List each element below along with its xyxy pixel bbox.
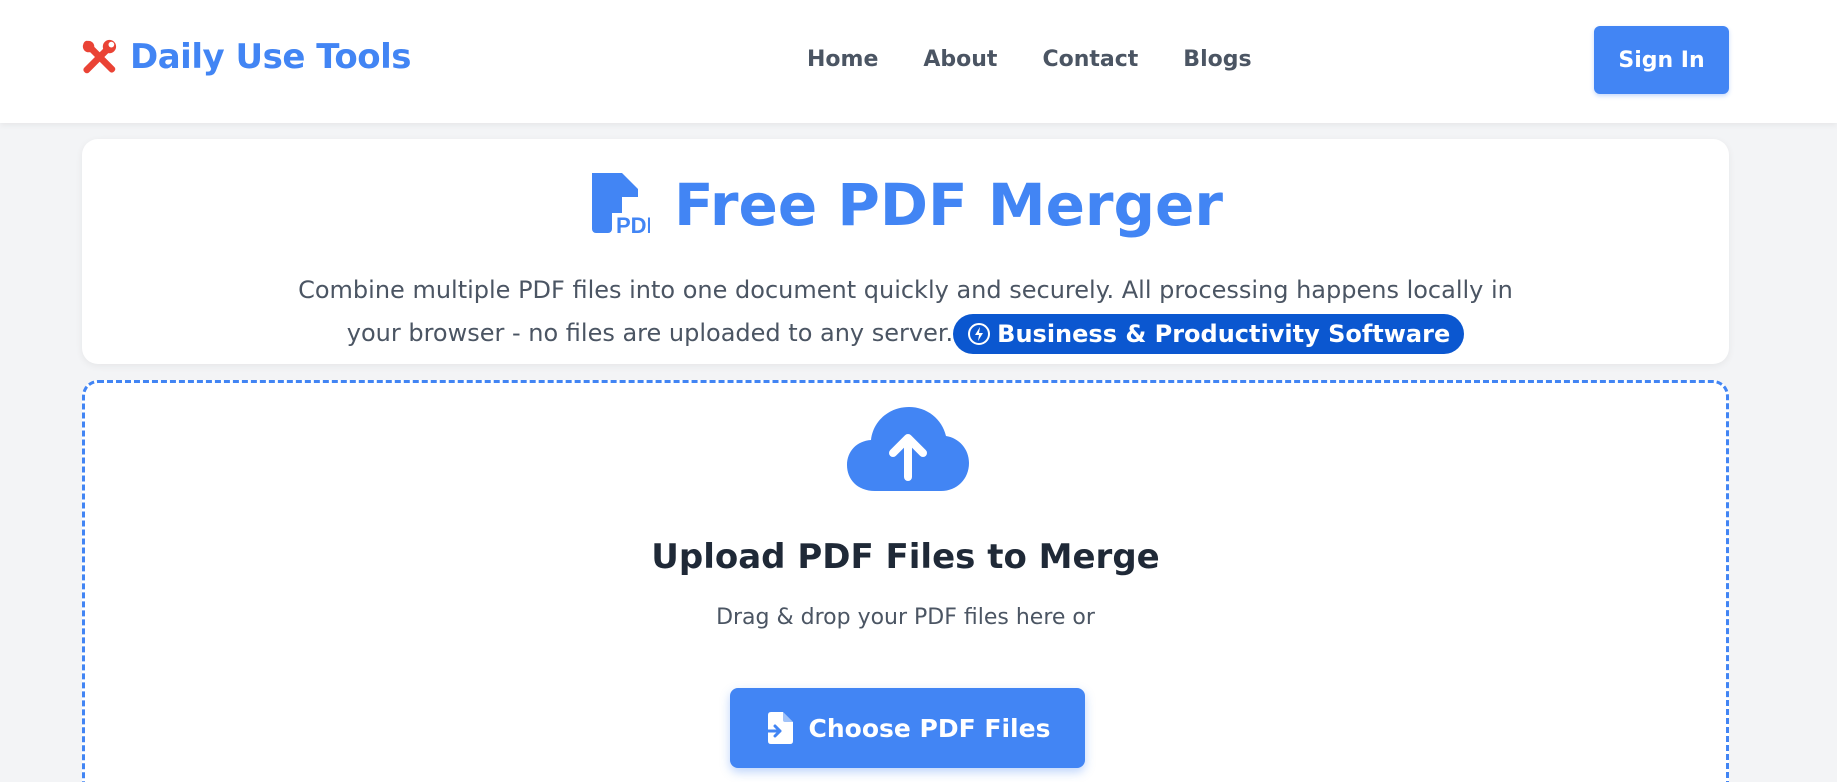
hero-title-row: PDF Free PDF Merger (82, 171, 1729, 239)
choose-button-label: Choose PDF Files (808, 713, 1051, 743)
upload-title: Upload PDF Files to Merge (651, 537, 1160, 577)
bolt-circle-icon (968, 323, 991, 345)
upload-dropzone[interactable]: Upload PDF Files to Merge Drag & drop yo… (82, 380, 1729, 782)
upload-subtitle: Drag & drop your PDF files here or (716, 605, 1095, 630)
main-nav: Home About Contact Blogs (807, 47, 1252, 72)
hero-description: Combine multiple PDF files into one docu… (282, 269, 1529, 355)
choose-pdf-files-button[interactable]: Choose PDF Files (730, 688, 1085, 768)
tools-icon (82, 39, 117, 74)
nav-home[interactable]: Home (807, 47, 878, 72)
file-import-icon (764, 712, 793, 744)
nav-blogs[interactable]: Blogs (1183, 47, 1251, 72)
sign-in-button[interactable]: Sign In (1594, 26, 1729, 94)
category-badge[interactable]: Business & Productivity Software (953, 314, 1465, 354)
page-title: Free PDF Merger (674, 171, 1223, 239)
nav-contact[interactable]: Contact (1042, 47, 1138, 72)
svg-text:PDF: PDF (616, 213, 650, 237)
logo[interactable]: Daily Use Tools (80, 37, 412, 77)
pdf-file-icon: PDF (592, 173, 650, 237)
site-header: Daily Use Tools Home About Contact Blogs… (0, 0, 1837, 123)
cloud-upload-icon (847, 407, 969, 491)
hero-card: PDF Free PDF Merger Combine multiple PDF… (82, 139, 1729, 364)
nav-about[interactable]: About (923, 47, 997, 72)
logo-text: Daily Use Tools (130, 37, 412, 77)
badge-label: Business & Productivity Software (997, 320, 1451, 348)
